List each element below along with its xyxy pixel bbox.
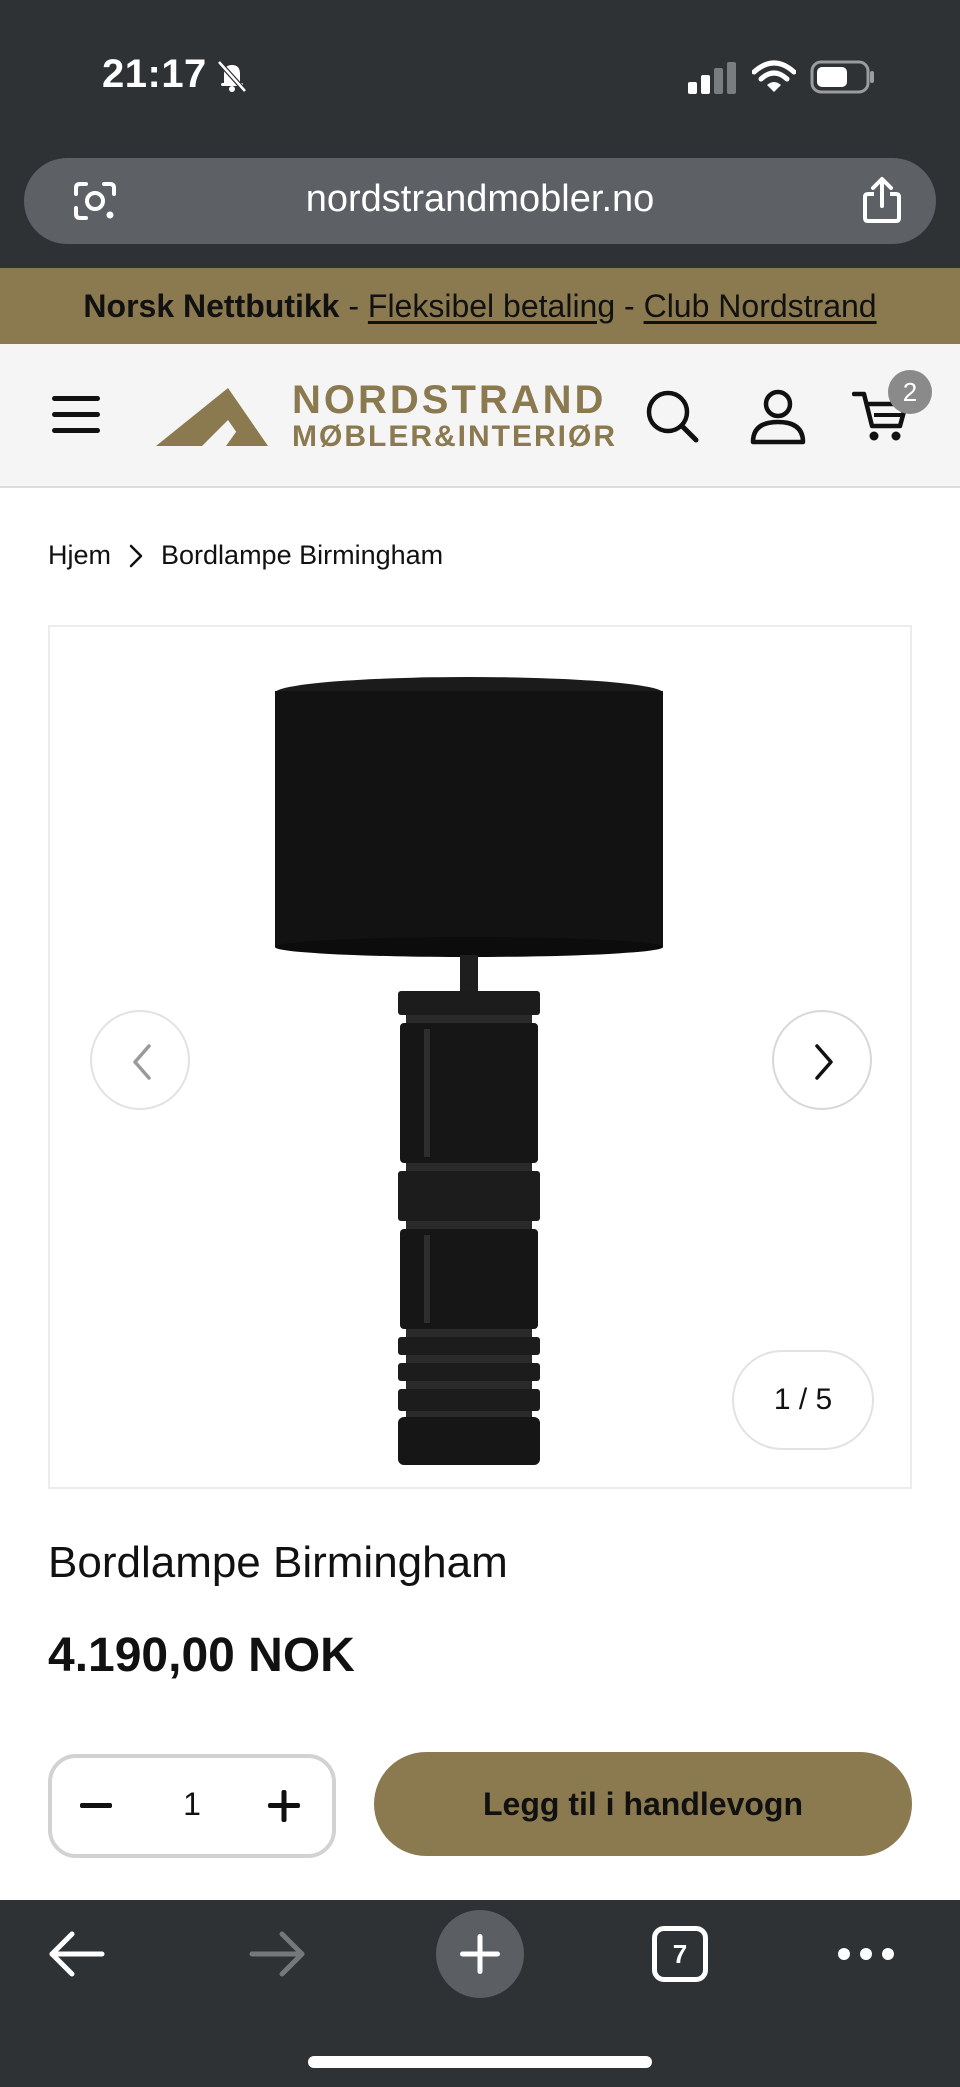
gallery-counter: 1 / 5 <box>732 1350 874 1450</box>
battery-icon <box>810 60 874 94</box>
product-price: 4.190,00 NOK <box>48 1629 355 1682</box>
more-options-icon[interactable] <box>836 1944 896 1964</box>
product-title: Bordlampe Birmingham <box>48 1538 508 1587</box>
status-time: 21:17 <box>102 52 207 96</box>
promo-separator: - <box>339 288 368 324</box>
tab-switcher-button[interactable]: 7 <box>652 1926 708 1982</box>
browser-top-chrome: 21:17 nordstrandmobler.no <box>0 0 960 268</box>
wifi-icon <box>752 60 796 92</box>
plus-icon[interactable] <box>262 1784 306 1828</box>
forward-arrow-icon[interactable] <box>248 1928 308 1980</box>
cellular-signal-icon <box>688 62 736 94</box>
promo-strong: Norsk Nettbutikk <box>83 288 340 324</box>
product-image-lamp <box>275 677 663 1465</box>
promo-separator: - <box>615 288 644 324</box>
hamburger-menu-icon[interactable] <box>50 392 102 438</box>
product-image-gallery[interactable]: 1 / 5 <box>48 625 912 1489</box>
logo-text-primary[interactable]: NORDSTRAND <box>292 378 606 423</box>
user-account-icon[interactable] <box>748 388 808 446</box>
back-arrow-icon[interactable] <box>46 1928 106 1980</box>
gallery-next-button[interactable] <box>772 1010 872 1110</box>
chevron-right-icon <box>815 1044 833 1080</box>
search-icon[interactable] <box>644 388 700 444</box>
promo-link-flexible-payment[interactable]: Fleksibel betaling <box>368 288 615 324</box>
url-text[interactable]: nordstrandmobler.no <box>24 178 936 221</box>
quantity-value[interactable]: 1 <box>152 1786 232 1823</box>
logo-mark-icon[interactable] <box>156 384 300 446</box>
site-header: NORDSTRAND MØBLER&INTERIØR 2 <box>0 344 960 488</box>
new-tab-button[interactable] <box>436 1910 524 1998</box>
browser-bottom-toolbar: 7 <box>0 1900 960 2087</box>
chevron-left-icon <box>133 1044 151 1080</box>
minus-icon[interactable] <box>74 1784 118 1828</box>
gallery-prev-button[interactable] <box>90 1010 190 1110</box>
promo-link-club[interactable]: Club Nordstrand <box>644 288 877 324</box>
breadcrumb-home[interactable]: Hjem <box>48 540 111 571</box>
add-to-cart-button[interactable]: Legg til i handlevogn <box>374 1752 912 1856</box>
address-bar[interactable]: nordstrandmobler.no <box>24 158 936 244</box>
promo-banner: Norsk Nettbutikk - Fleksibel betaling - … <box>0 268 960 344</box>
plus-icon <box>460 1934 500 1974</box>
share-icon[interactable] <box>860 176 904 224</box>
chevron-right-icon <box>129 544 143 567</box>
breadcrumb-current: Bordlampe Birmingham <box>161 540 444 570</box>
breadcrumb: Hjem Bordlampe Birmingham <box>48 540 443 571</box>
home-indicator <box>308 2056 652 2068</box>
logo-text-secondary[interactable]: MØBLER&INTERIØR <box>292 420 617 454</box>
cart-count-badge[interactable]: 2 <box>888 370 932 414</box>
bell-off-icon <box>217 60 247 93</box>
quantity-stepper: 1 <box>48 1754 336 1858</box>
